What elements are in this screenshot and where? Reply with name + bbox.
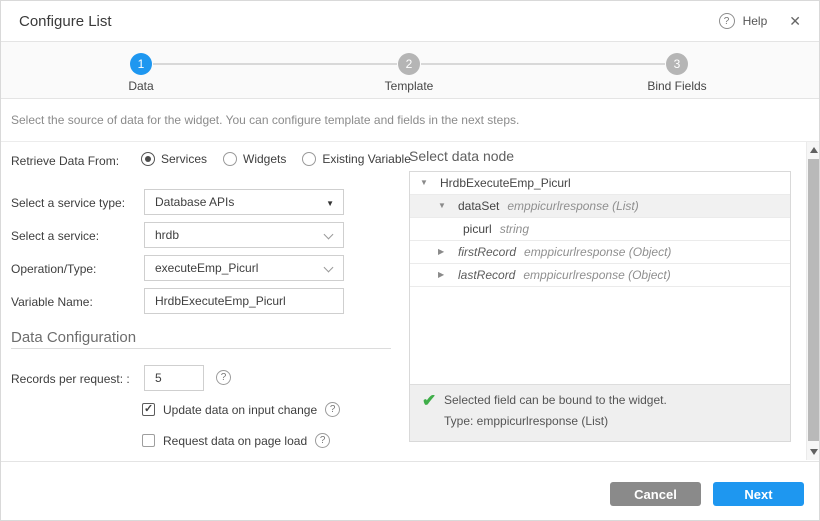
data-node-tree: ▼ HrdbExecuteEmp_Picurl ▼ dataSet emppic… bbox=[409, 171, 791, 442]
success-check-icon: ✔ bbox=[422, 391, 436, 411]
retrieve-data-from-radio-group: Services Widgets Existing Variable bbox=[141, 152, 411, 166]
next-button[interactable]: Next bbox=[713, 482, 804, 506]
tree-node-name: firstRecord bbox=[458, 241, 516, 263]
dialog-header: Configure List ? Help ✕ bbox=[1, 1, 819, 42]
binding-message-line1: Selected field can be bound to the widge… bbox=[444, 393, 667, 407]
tree-row-lastrecord[interactable]: ▶ lastRecord emppicurlresponse (Object) bbox=[410, 264, 790, 287]
tree-collapse-icon[interactable]: ▶ bbox=[438, 241, 458, 263]
step-connector-2 bbox=[421, 63, 665, 65]
binding-message-panel: ✔ Selected field can be bound to the wid… bbox=[410, 384, 790, 441]
update-on-input-label: Update data on input change bbox=[163, 403, 317, 417]
binding-message-line2: Type: emppicurlresponse (List) bbox=[444, 414, 608, 428]
scroll-up-icon[interactable] bbox=[810, 147, 818, 153]
scroll-down-icon[interactable] bbox=[810, 449, 818, 455]
tree-node-type: emppicurlresponse (Object) bbox=[524, 241, 671, 263]
footer-divider bbox=[1, 461, 819, 462]
service-select[interactable]: hrdb bbox=[144, 222, 344, 248]
chevron-down-icon bbox=[324, 230, 334, 240]
variable-name-label: Variable Name: bbox=[11, 295, 93, 309]
radio-services[interactable]: Services bbox=[141, 152, 207, 166]
tree-node-type: emppicurlresponse (Object) bbox=[523, 264, 670, 286]
service-label: Select a service: bbox=[11, 229, 99, 243]
request-on-load-checkbox[interactable] bbox=[142, 434, 155, 447]
update-on-input-checkbox[interactable] bbox=[142, 403, 155, 416]
tree-expand-icon[interactable]: ▼ bbox=[420, 172, 440, 194]
service-type-select[interactable]: Database APIs ▼ bbox=[144, 189, 344, 215]
tree-node-name: HrdbExecuteEmp_Picurl bbox=[440, 172, 571, 194]
tree-node-type: emppicurlresponse (List) bbox=[507, 195, 638, 217]
tree-row-dataset[interactable]: ▼ dataSet emppicurlresponse (List) bbox=[410, 195, 790, 218]
tree-node-type: string bbox=[500, 218, 529, 240]
radio-widgets-control[interactable] bbox=[223, 152, 237, 166]
radio-existing-variable-label: Existing Variable bbox=[322, 152, 411, 166]
tree-node-name: picurl bbox=[463, 218, 492, 240]
cancel-button[interactable]: Cancel bbox=[610, 482, 701, 506]
caret-down-icon: ▼ bbox=[326, 199, 334, 208]
request-on-load-label: Request data on page load bbox=[163, 434, 307, 448]
tree-node-name: dataSet bbox=[458, 195, 499, 217]
close-icon[interactable]: ✕ bbox=[789, 13, 801, 30]
request-on-load-row: Request data on page load ? bbox=[142, 433, 330, 448]
operation-type-value: executeEmp_Picurl bbox=[155, 261, 258, 275]
data-configuration-title: Data Configuration bbox=[11, 329, 136, 346]
tree-empty-area bbox=[410, 287, 790, 384]
step-1-label: Data bbox=[81, 79, 201, 93]
service-type-value: Database APIs bbox=[155, 195, 234, 209]
request-on-load-hint-icon[interactable]: ? bbox=[315, 433, 330, 448]
step-3-label: Bind Fields bbox=[617, 79, 737, 93]
records-hint-icon[interactable]: ? bbox=[216, 370, 231, 385]
tree-row-root[interactable]: ▼ HrdbExecuteEmp_Picurl bbox=[410, 172, 790, 195]
tree-expand-icon[interactable]: ▼ bbox=[438, 195, 458, 217]
step-2-circle[interactable]: 2 bbox=[398, 53, 420, 75]
step-2-label: Template bbox=[349, 79, 469, 93]
step-connector-1 bbox=[153, 63, 397, 65]
radio-services-control[interactable] bbox=[141, 152, 155, 166]
help-link[interactable]: Help bbox=[743, 14, 768, 28]
operation-type-select[interactable]: executeEmp_Picurl bbox=[144, 255, 344, 281]
tree-row-firstrecord[interactable]: ▶ firstRecord emppicurlresponse (Object) bbox=[410, 241, 790, 264]
radio-existing-variable[interactable]: Existing Variable bbox=[302, 152, 411, 166]
scrollbar-thumb[interactable] bbox=[808, 159, 819, 441]
service-type-label: Select a service type: bbox=[11, 196, 125, 210]
step-description: Select the source of data for the widget… bbox=[1, 99, 819, 142]
wizard-steps: 1 2 3 Data Template Bind Fields bbox=[1, 42, 819, 99]
tree-node-name: lastRecord bbox=[458, 264, 515, 286]
tree-row-picurl[interactable]: picurl string bbox=[410, 218, 790, 241]
radio-widgets[interactable]: Widgets bbox=[223, 152, 286, 166]
vertical-scrollbar[interactable] bbox=[806, 142, 820, 460]
select-data-node-title: Select data node bbox=[409, 148, 514, 164]
configure-list-dialog: Configure List ? Help ✕ 1 2 3 Data Templ… bbox=[0, 0, 820, 521]
retrieve-data-from-label: Retrieve Data From: bbox=[11, 154, 119, 168]
update-on-input-hint-icon[interactable]: ? bbox=[325, 402, 340, 417]
service-value: hrdb bbox=[155, 228, 179, 242]
dialog-title: Configure List bbox=[19, 13, 112, 30]
help-icon[interactable]: ? bbox=[719, 13, 735, 29]
header-actions: ? Help ✕ bbox=[719, 13, 801, 30]
step-1-circle[interactable]: 1 bbox=[130, 53, 152, 75]
radio-services-label: Services bbox=[161, 152, 207, 166]
step-3-circle[interactable]: 3 bbox=[666, 53, 688, 75]
records-per-request-label: Records per request: : bbox=[11, 372, 130, 386]
operation-type-label: Operation/Type: bbox=[11, 262, 96, 276]
section-divider bbox=[11, 348, 391, 349]
tree-collapse-icon[interactable]: ▶ bbox=[438, 264, 458, 286]
update-on-input-row: Update data on input change ? bbox=[142, 402, 340, 417]
radio-widgets-label: Widgets bbox=[243, 152, 286, 166]
variable-name-input[interactable] bbox=[144, 288, 344, 314]
records-per-request-input[interactable] bbox=[144, 365, 204, 391]
chevron-down-icon bbox=[324, 263, 334, 273]
radio-existing-variable-control[interactable] bbox=[302, 152, 316, 166]
